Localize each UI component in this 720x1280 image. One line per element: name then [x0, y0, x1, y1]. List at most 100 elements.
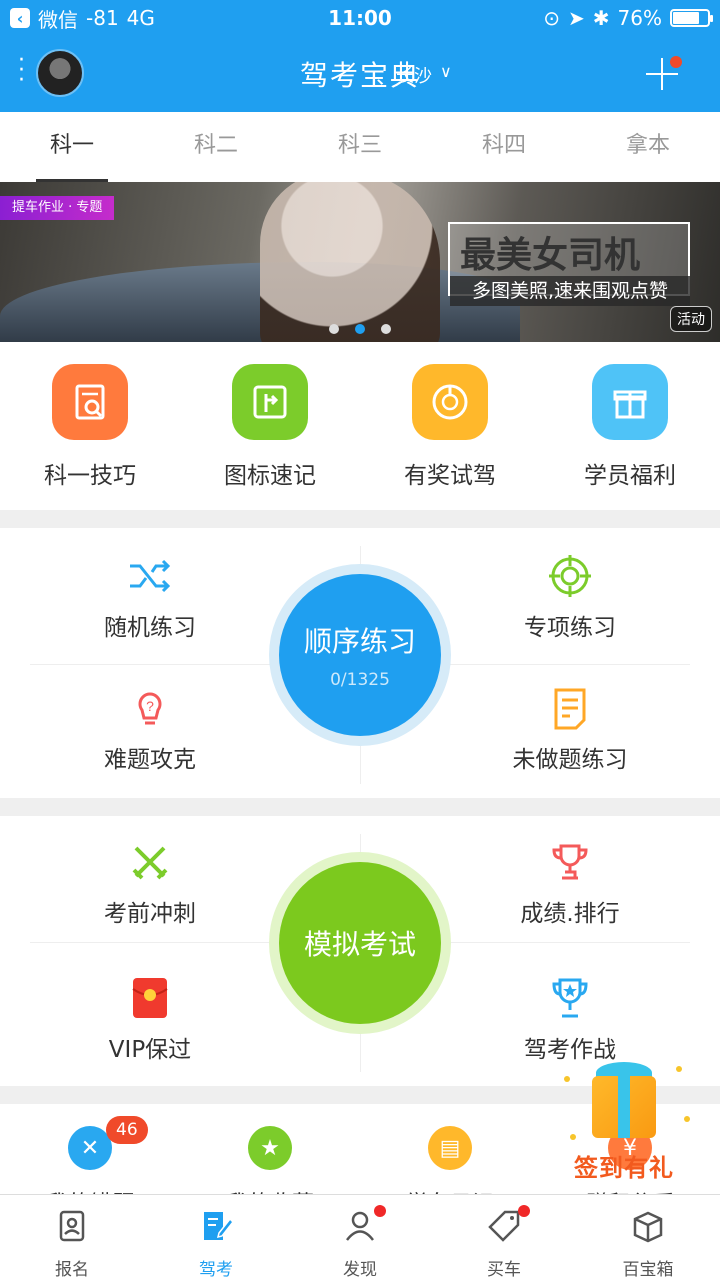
banner-subtitle: 多图美照,速来围观点赞	[450, 276, 690, 306]
gift-icon	[592, 364, 668, 440]
city-selector[interactable]: 长沙	[396, 62, 432, 88]
carousel-dot[interactable]	[381, 324, 391, 334]
nav-driving-test[interactable]: 驾考	[144, 1195, 288, 1280]
nav-buy-car-label: 买车	[487, 1260, 521, 1280]
target-icon	[548, 554, 592, 598]
tool-label: 图标速记	[224, 463, 316, 489]
back-app-label[interactable]: 微信	[38, 4, 78, 33]
tool-subject1-tips[interactable]: 科一技巧	[0, 342, 180, 510]
undone-practice-button[interactable]: 未做题练习	[420, 686, 720, 774]
person-icon	[346, 1211, 374, 1241]
tool-label: 学员福利	[584, 463, 676, 489]
star-icon: ★	[248, 1126, 292, 1170]
sequence-practice-title: 顺序练习	[303, 625, 416, 658]
trophy-icon	[548, 840, 592, 884]
red-envelope-icon	[128, 976, 172, 1020]
signal-strength: -81	[86, 6, 119, 30]
sequence-practice-button[interactable]: 顺序练习 0/1325	[279, 574, 441, 736]
gift-ribbon	[618, 1076, 630, 1138]
nav-signup[interactable]: 报名	[0, 1195, 144, 1280]
nav-toolbox[interactable]: 百宝箱	[576, 1195, 720, 1280]
driving-diary-label: 学车日记	[360, 1186, 540, 1194]
divider	[420, 942, 690, 943]
my-favorites-label: 我的收藏	[180, 1186, 360, 1194]
tab-subject-1[interactable]: 科一	[0, 112, 144, 182]
hard-questions-label: 难题攻克	[104, 747, 196, 773]
subject-tabs: 科一 科二 科三 科四 拿本	[0, 112, 720, 182]
sparkle	[684, 1116, 690, 1122]
nav-driving-test-label: 驾考	[199, 1260, 233, 1280]
cup-star-icon	[548, 976, 592, 1020]
back-to-app-icon[interactable]: ‹	[10, 8, 30, 28]
sparkle	[564, 1076, 570, 1082]
my-wrong-questions-label: 我的错题	[0, 1186, 180, 1194]
notification-dot	[670, 56, 682, 68]
bluetooth-icon: ✱	[592, 6, 610, 30]
chevron-down-icon[interactable]: ∨	[440, 62, 452, 81]
tool-label: 有奖试驾	[404, 463, 496, 489]
battery-fill	[673, 12, 699, 24]
location-icon: ➤	[568, 6, 585, 30]
tab-subject-4[interactable]: 科四	[432, 112, 576, 182]
tool-sign-memo[interactable]: 图标速记	[180, 342, 360, 510]
driving-diary-button[interactable]: ▤ 学车日记	[360, 1126, 540, 1194]
banner-title: 最美女司机	[460, 235, 641, 276]
diary-icon: ▤	[428, 1126, 472, 1170]
carousel-dot[interactable]	[329, 324, 339, 334]
tab-license[interactable]: 拿本	[576, 112, 720, 182]
shuffle-icon	[128, 554, 172, 598]
network-type: 4G	[126, 6, 155, 30]
tab-subject-2[interactable]: 科二	[144, 112, 288, 182]
pre-exam-sprint-button[interactable]: 考前冲刺	[0, 840, 300, 928]
app-header: · · · 驾考宝典 长沙 ∨	[0, 36, 720, 112]
carousel-dot-active[interactable]	[355, 324, 365, 334]
sequence-practice-progress: 0/1325	[330, 670, 390, 690]
book-search-icon	[52, 364, 128, 440]
my-wrong-questions-button[interactable]: ✕ 46 我的错题	[0, 1116, 180, 1194]
special-practice-label: 专项练习	[524, 615, 616, 641]
earn-coins-label: 赚积分币	[540, 1186, 720, 1194]
page-title: 驾考宝典	[299, 59, 420, 92]
random-practice-button[interactable]: 随机练习	[0, 554, 300, 642]
steering-wheel-icon	[412, 364, 488, 440]
vip-pass-label: VIP保过	[108, 1037, 192, 1063]
nav-discover-label: 发现	[343, 1260, 377, 1280]
banner-person-image	[260, 182, 440, 342]
my-favorites-button[interactable]: ★ 我的收藏	[180, 1126, 360, 1194]
battery-icon	[670, 9, 713, 27]
nav-discover[interactable]: 发现	[288, 1195, 432, 1280]
tool-test-drive[interactable]: 有奖试驾	[360, 342, 540, 510]
wrong-count-badge: 46	[106, 1116, 148, 1144]
battery-percent: 76%	[617, 6, 662, 30]
status-bar: ‹ 微信 -81 4G 11:00 ⊙ ➤ ✱ 76%	[0, 0, 720, 36]
status-left[interactable]: ‹ 微信 -81 4G	[10, 4, 155, 33]
status-right: ⊙ ➤ ✱ 76%	[543, 6, 713, 30]
svg-text:?: ?	[146, 698, 154, 714]
hard-questions-button[interactable]: ? 难题攻克	[0, 686, 300, 774]
edit-doc-icon	[204, 1212, 235, 1240]
tool-label: 科一技巧	[44, 463, 136, 489]
mock-exam-title: 模拟考试	[303, 928, 416, 961]
sequence-practice-ring: 顺序练习 0/1325	[269, 564, 451, 746]
promo-banner[interactable]: 提车作业 · 专题 最美女司机 多图美照,速来围观点赞 活动	[0, 182, 720, 342]
lock-rotation-icon: ⊙	[543, 6, 561, 30]
nav-signup-label: 报名	[55, 1260, 89, 1280]
tab-subject-3[interactable]: 科三	[288, 112, 432, 182]
vip-pass-button[interactable]: VIP保过	[0, 976, 300, 1064]
nav-buy-car-dot	[518, 1205, 530, 1217]
price-tag-icon	[488, 1210, 520, 1242]
score-ranking-button[interactable]: 成绩.排行	[420, 840, 720, 928]
sparkle	[676, 1066, 682, 1072]
id-card-icon	[59, 1210, 85, 1242]
nav-buy-car[interactable]: 买车	[432, 1195, 576, 1280]
check-in-gift-label: 签到有礼	[574, 1154, 674, 1182]
tool-student-benefits[interactable]: 学员福利	[540, 342, 720, 510]
nav-toolbox-label: 百宝箱	[622, 1260, 674, 1280]
lightbulb-icon: ?	[128, 686, 172, 730]
check-in-gift-button[interactable]: 签到有礼	[556, 1046, 696, 1186]
special-practice-button[interactable]: 专项练习	[420, 554, 720, 642]
mock-exam-button[interactable]: 模拟考试	[279, 862, 441, 1024]
quick-tools: 科一技巧 图标速记 有奖试驾 学员福利	[0, 342, 720, 510]
divider	[30, 664, 300, 665]
pre-exam-sprint-label: 考前冲刺	[104, 901, 196, 927]
